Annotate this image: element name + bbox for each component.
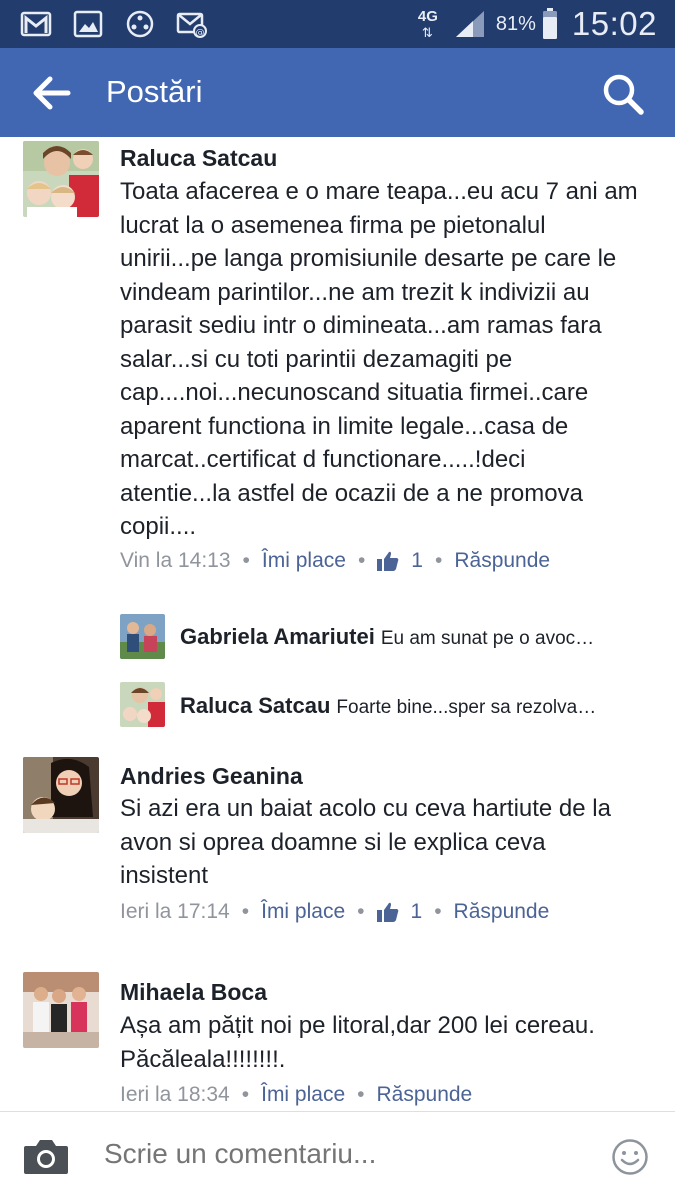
reply-button[interactable]: Răspunde <box>454 900 550 924</box>
comment-text: Toata afacerea e o mare teapa...eu acu 7… <box>120 178 638 540</box>
comment-author[interactable]: Mihaela Boca <box>120 979 267 1006</box>
comment-actions: Ieri la 17:14 • Îmi place • 1 • Răspunde <box>120 900 549 924</box>
like-count: 1 <box>410 900 423 923</box>
network-indicator: 4G ⇅ <box>418 4 448 44</box>
comment-author[interactable]: Raluca Satcau <box>120 145 277 172</box>
notification-icons: @ <box>20 9 208 39</box>
separator-dot: • <box>357 1083 365 1106</box>
avatar[interactable] <box>23 141 99 217</box>
status-bar: @ 4G ⇅ 81% 15:02 <box>0 0 675 48</box>
battery-percent: 81% <box>495 12 536 35</box>
arrow-left-icon[interactable] <box>28 72 74 114</box>
page-title: Postări <box>106 74 203 109</box>
comment-text: Așa am pățit noi pe litoral,dar 200 lei … <box>120 1012 595 1073</box>
like-count: 1 <box>411 549 423 572</box>
like-button[interactable]: Îmi place <box>261 1083 345 1107</box>
battery-icon <box>542 8 557 39</box>
thumbs-up-icon <box>376 902 398 922</box>
comment-actions: Ieri la 18:34 • Îmi place • Răspunde <box>120 1083 472 1107</box>
comment-input[interactable] <box>104 1138 584 1170</box>
separator-dot: • <box>357 900 365 923</box>
like-button[interactable]: Îmi place <box>261 900 345 924</box>
like-button[interactable]: Îmi place <box>262 549 346 573</box>
clock: 15:02 <box>571 5 657 42</box>
separator-dot: • <box>434 900 442 923</box>
network-type: 4G <box>417 8 438 25</box>
smiley-icon[interactable] <box>611 1138 649 1176</box>
avatar[interactable] <box>23 757 99 833</box>
comments-feed[interactable]: Raluca Satcau Toata afacerea e o mare te… <box>0 137 675 1111</box>
reply[interactable]: Raluca Satcau Foarte bine...sper sa rezol… <box>180 693 655 719</box>
avatar[interactable] <box>23 972 99 1048</box>
separator-dot: • <box>241 900 250 923</box>
gallery-icon <box>73 10 103 38</box>
reply-text: Eu am sunat pe o avoc… <box>380 628 595 649</box>
reply-text: Foarte bine...sper sa rezolva… <box>336 697 597 718</box>
comment-actions: Vin la 14:13 • Îmi place • 1 • Răspunde <box>120 549 550 573</box>
comment-timestamp: Ieri la 17:14 <box>120 900 230 923</box>
reply-button[interactable]: Răspunde <box>454 549 550 573</box>
gmail-icon <box>20 11 52 37</box>
reply-author[interactable]: Raluca Satcau <box>180 693 330 718</box>
mail-sync-icon: @ <box>176 12 207 38</box>
signal-icon <box>455 11 484 37</box>
status-indicators: 4G ⇅ 81% 15:02 <box>418 4 657 44</box>
svg-text:@: @ <box>196 28 205 38</box>
separator-dot: • <box>357 549 366 572</box>
reply-button[interactable]: Răspunde <box>377 1083 473 1107</box>
separator-dot: • <box>434 549 443 572</box>
comment-author[interactable]: Andries Geanina <box>120 763 303 790</box>
separator-dot: • <box>242 549 250 572</box>
comment-composer <box>0 1111 675 1200</box>
reply-avatar[interactable] <box>120 682 165 727</box>
app-bar: Postări <box>0 48 675 137</box>
search-icon[interactable] <box>601 72 645 116</box>
comment-timestamp: Vin la 14:13 <box>120 549 231 572</box>
comment-timestamp: Ieri la 18:34 <box>120 1083 230 1106</box>
reply-author[interactable]: Gabriela Amariutei <box>180 624 375 649</box>
reply-avatar[interactable] <box>120 614 165 659</box>
reply[interactable]: Gabriela Amariutei Eu am sunat pe o avoc… <box>180 624 655 650</box>
comment-text: Si azi era un baiat acolo cu ceva hartiu… <box>120 795 611 889</box>
camera-icon[interactable] <box>22 1136 70 1176</box>
separator-dot: • <box>241 1083 250 1106</box>
data-arrows-icon: ⇅ <box>421 25 433 40</box>
game-icon <box>126 10 154 38</box>
thumbs-up-icon <box>377 551 399 571</box>
